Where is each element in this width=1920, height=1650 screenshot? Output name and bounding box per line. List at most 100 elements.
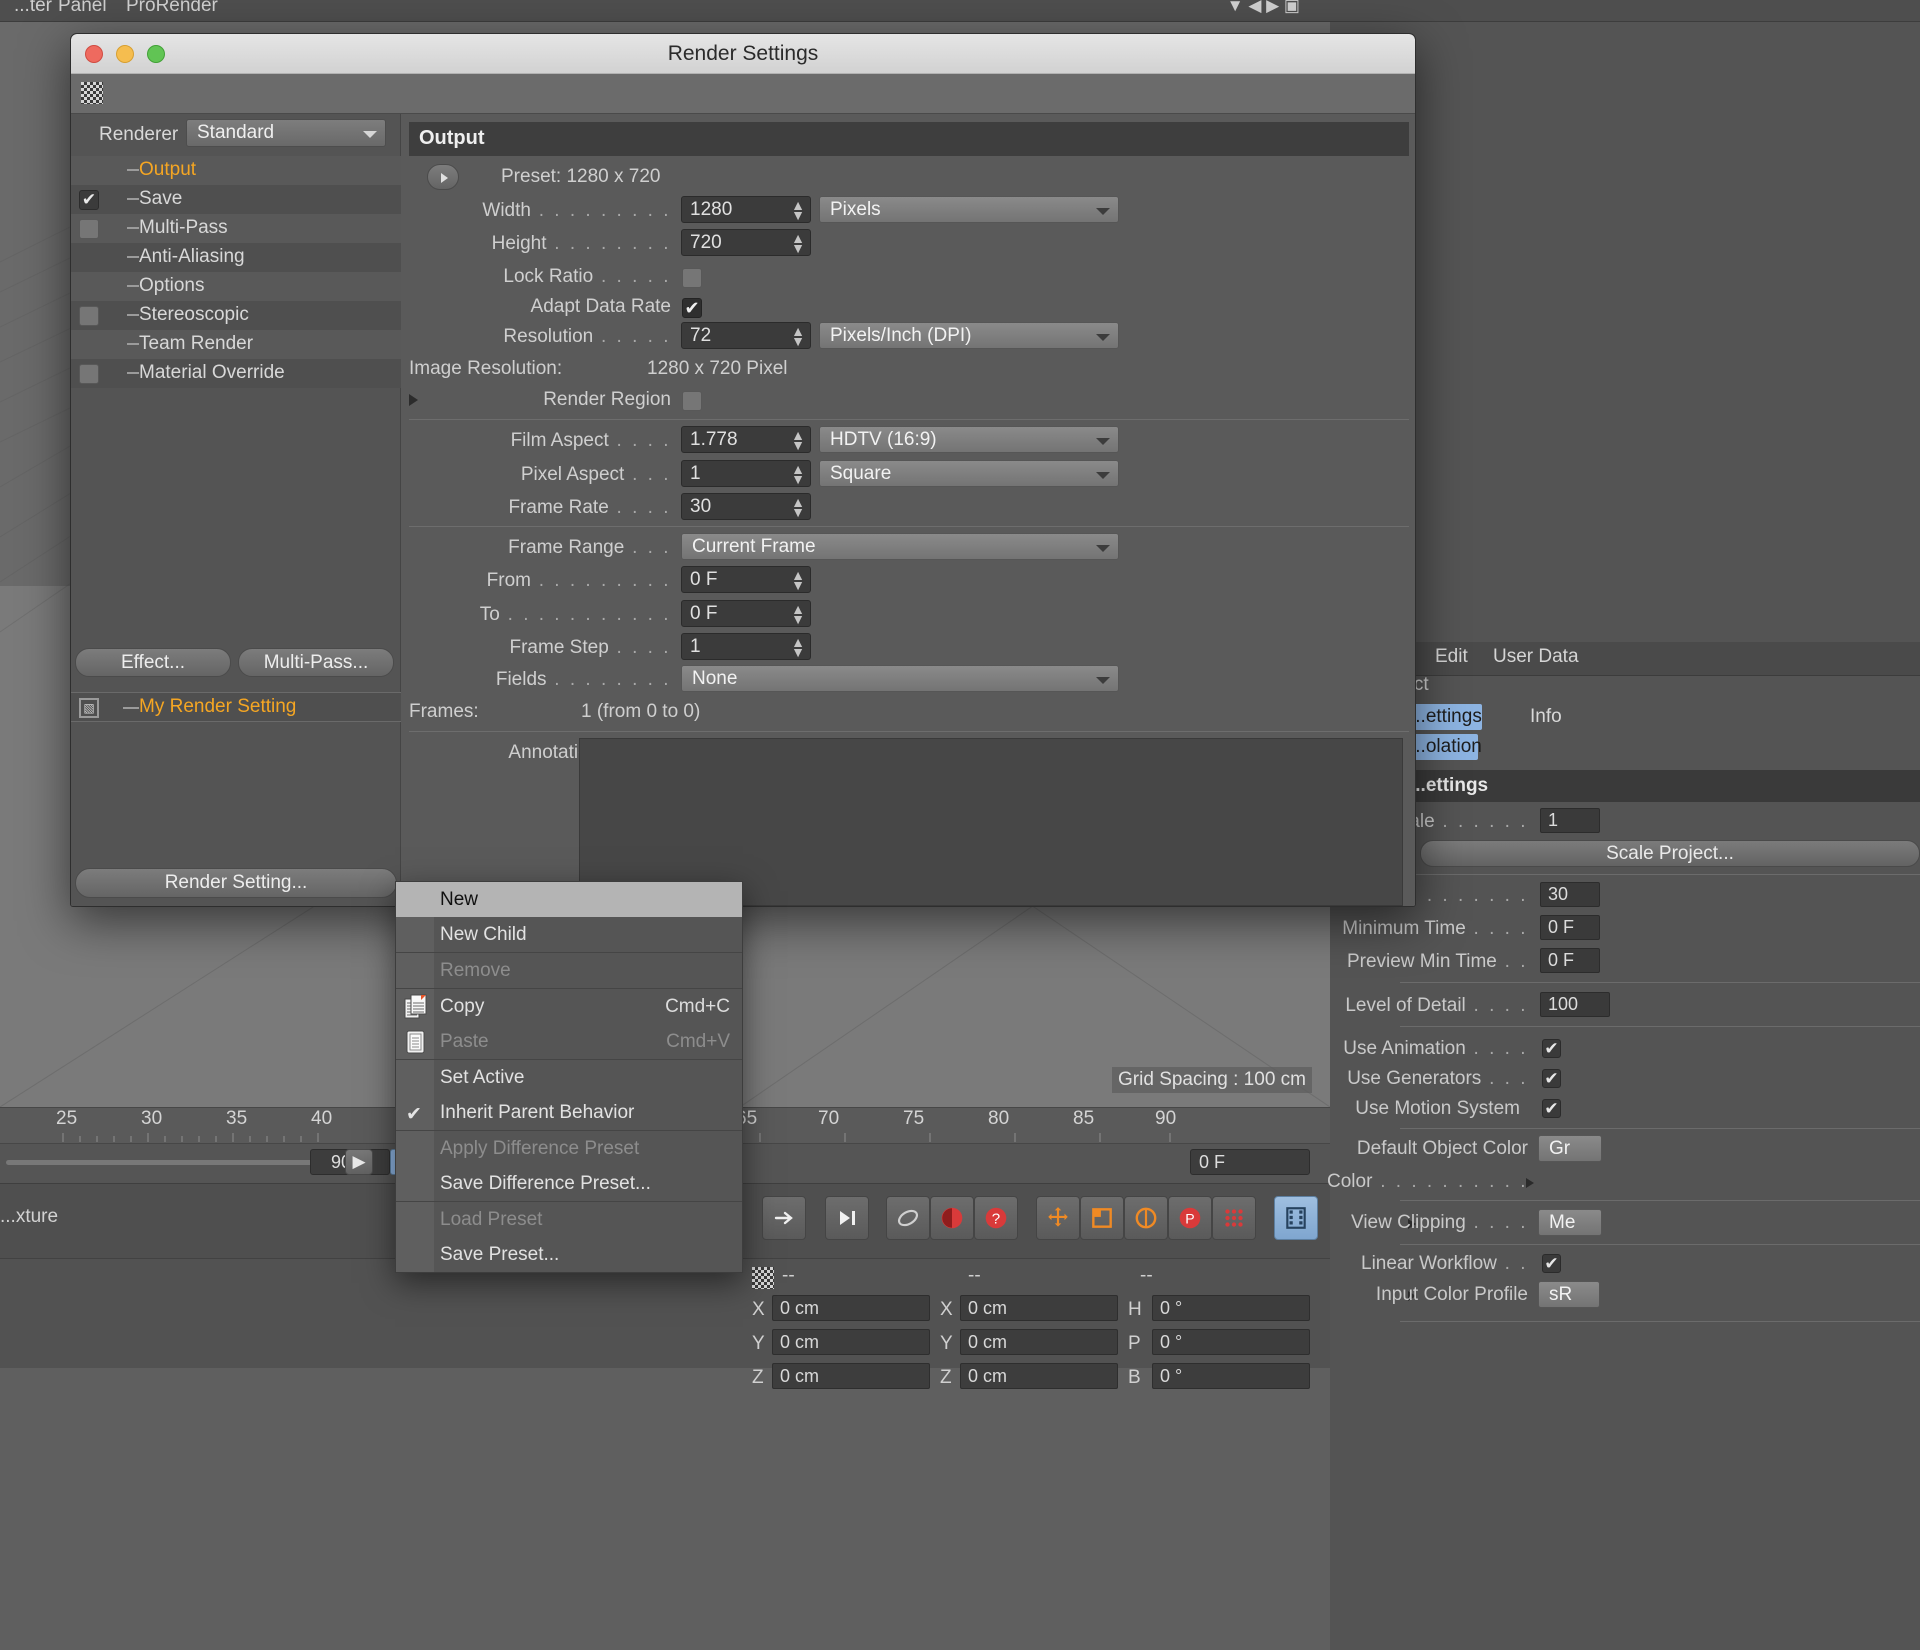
menu-item-filter[interactable]: ...ter [14,0,52,17]
dropdown-film-aspect-preset[interactable]: HDTV (16:9) [819,426,1119,453]
viewport-nav-icons[interactable]: ▼ ◀ ▶ ▣ [1227,0,1300,16]
field-frame-step[interactable]: 1▲▼ [681,633,811,660]
spinner-icon[interactable]: ▲▼ [791,430,805,450]
menu-item-copy[interactable]: Copy Cmd+C [396,989,742,1024]
spinner-icon[interactable]: ▲▼ [791,637,805,657]
coord-field-x-size[interactable]: 0 cm [960,1295,1118,1321]
tree-item-material-override[interactable]: Material Override [71,359,401,388]
field-height[interactable]: 720▲▼ [681,229,811,256]
go-to-end-icon[interactable] [825,1196,869,1240]
field-frame-rate[interactable]: 30▲▼ [681,493,811,520]
main-menu-bar[interactable]: ...ter Panel ProRender ▼ ◀ ▶ ▣ [0,0,1920,22]
dropdown-view-clipping[interactable]: Me [1538,1209,1602,1236]
tree-item-team-render[interactable]: Team Render [71,330,401,359]
points-tool-icon[interactable] [1212,1196,1256,1240]
autokeying-help-icon[interactable]: ? [974,1196,1018,1240]
field-to[interactable]: 0 F▲▼ [681,600,811,627]
multi-pass-button[interactable]: Multi-Pass... [238,648,394,677]
dropdown-default-object-color[interactable]: Gr [1538,1135,1602,1162]
dropdown-input-color-profile[interactable]: sR [1538,1281,1600,1308]
coordinates-bar[interactable]: -- -- -- X 0 cm X 0 cm H 0 ° Y 0 cm Y 0 … [0,1258,1330,1368]
checkbox-adapt-data-rate[interactable]: ✔ [682,298,702,318]
field-level-of-detail[interactable]: 100 [1540,992,1610,1017]
dropdown-fields[interactable]: None [681,665,1119,692]
tree-item-anti-aliasing[interactable]: Anti-Aliasing [71,243,401,272]
parametric-tool-icon[interactable]: P [1168,1196,1212,1240]
dropdown-width-unit[interactable]: Pixels [819,196,1119,223]
tree-item-output[interactable]: Output [71,156,401,185]
coord-field-y-pos[interactable]: 0 cm [772,1329,930,1355]
render-settings-window[interactable]: Render Settings Renderer Standard Output [70,33,1416,907]
checkbox-use-generators[interactable]: ✔ [1542,1069,1561,1088]
tab-edit[interactable]: Edit [1435,646,1468,668]
spinner-icon[interactable]: ▲▼ [791,604,805,624]
menu-item-panel[interactable]: Panel [58,0,107,17]
window-titlebar[interactable]: Render Settings [71,34,1415,74]
field-minimum-time[interactable]: 0 F [1540,915,1600,940]
renderer-dropdown[interactable]: Standard [186,119,386,147]
field-project-scale[interactable]: 1 [1540,808,1600,833]
coordinates-gripper-icon[interactable] [752,1267,774,1289]
scale-tool-icon[interactable] [1080,1196,1124,1240]
menu-item-new-child[interactable]: New Child [396,917,742,952]
coord-field-x-pos[interactable]: 0 cm [772,1295,930,1321]
menu-item-new[interactable]: New [396,882,742,917]
timeline-step-button[interactable]: ▶ [345,1149,373,1175]
move-tool-icon[interactable] [1036,1196,1080,1240]
chevron-right-icon[interactable] [1526,1178,1534,1188]
spinner-icon[interactable]: ▲▼ [791,497,805,517]
checkbox-save[interactable]: ✔ [79,190,99,210]
menu-item-prorender[interactable]: ProRender [126,0,218,17]
dropdown-resolution-unit[interactable]: Pixels/Inch (DPI) [819,322,1119,349]
record-link-icon[interactable] [886,1196,930,1240]
preset-dropdown-button[interactable] [427,164,459,190]
coord-field-h-rot[interactable]: 0 ° [1152,1295,1310,1321]
tree-item-multi-pass[interactable]: Multi-Pass [71,214,401,243]
my-render-setting-row[interactable]: ▧ My Render Setting [71,692,401,722]
spinner-icon[interactable]: ▲▼ [791,570,805,590]
dropdown-pixel-aspect-preset[interactable]: Square [819,460,1119,487]
toolbar-gripper-icon[interactable] [81,82,103,104]
checkbox-render-region[interactable] [682,391,702,411]
attr-tab-info[interactable]: Info [1520,704,1572,730]
render-settings-tree[interactable]: Output ✔ Save Multi-Pass Anti-Aliasing [71,156,401,388]
spinner-icon[interactable]: ▲▼ [791,200,805,220]
render-setting-context-menu[interactable]: New New Child Remove Copy Cmd+C [395,881,743,1273]
film-strip-icon[interactable] [1274,1196,1318,1240]
coord-field-z-pos[interactable]: 0 cm [772,1363,930,1389]
scale-project-button[interactable]: Scale Project... [1420,840,1920,867]
coord-field-p-rot[interactable]: 0 ° [1152,1329,1310,1355]
checkbox-lock-ratio[interactable] [682,268,702,288]
menu-item-save-difference-preset[interactable]: Save Difference Preset... [396,1166,742,1201]
tree-item-options[interactable]: Options [71,272,401,301]
current-frame-field[interactable]: 0 F [1190,1149,1310,1175]
attribute-manager-tabbar[interactable]: Edit User Data [1330,642,1920,676]
field-width[interactable]: 1280▲▼ [681,196,811,223]
render-setting-button[interactable]: Render Setting... [75,868,397,898]
rotate-tool-icon[interactable] [1124,1196,1168,1240]
spinner-icon[interactable]: ▲▼ [791,233,805,253]
coord-field-b-rot[interactable]: 0 ° [1152,1363,1310,1389]
menu-item-apply-difference-preset[interactable]: Apply Difference Preset [396,1131,742,1166]
checkbox-use-motion-system[interactable]: ✔ [1542,1099,1561,1118]
tree-item-stereoscopic[interactable]: Stereoscopic [71,301,401,330]
checkbox-multi-pass[interactable] [79,219,99,239]
menu-item-inherit-parent-behavior[interactable]: ✔ Inherit Parent Behavior [396,1095,742,1130]
field-fps[interactable]: 30 [1540,882,1600,907]
menu-item-set-active[interactable]: Set Active [396,1060,742,1095]
play-forward-icon[interactable] [762,1196,806,1240]
coord-field-y-size[interactable]: 0 cm [960,1329,1118,1355]
effect-button[interactable]: Effect... [75,648,231,677]
tree-item-save[interactable]: ✔ Save [71,185,401,214]
menu-item-remove[interactable]: Remove [396,953,742,988]
field-pixel-aspect[interactable]: 1▲▼ [681,460,811,487]
menu-item-paste[interactable]: Paste Cmd+V [396,1024,742,1059]
checkbox-stereoscopic[interactable] [79,306,99,326]
spinner-icon[interactable]: ▲▼ [791,326,805,346]
coord-field-z-size[interactable]: 0 cm [960,1363,1118,1389]
menu-item-load-preset[interactable]: Load Preset [396,1202,742,1237]
disclosure-triangle-icon[interactable] [409,394,418,406]
field-preview-min-time[interactable]: 0 F [1540,948,1600,973]
field-film-aspect[interactable]: 1.778▲▼ [681,426,811,453]
spinner-icon[interactable]: ▲▼ [791,464,805,484]
